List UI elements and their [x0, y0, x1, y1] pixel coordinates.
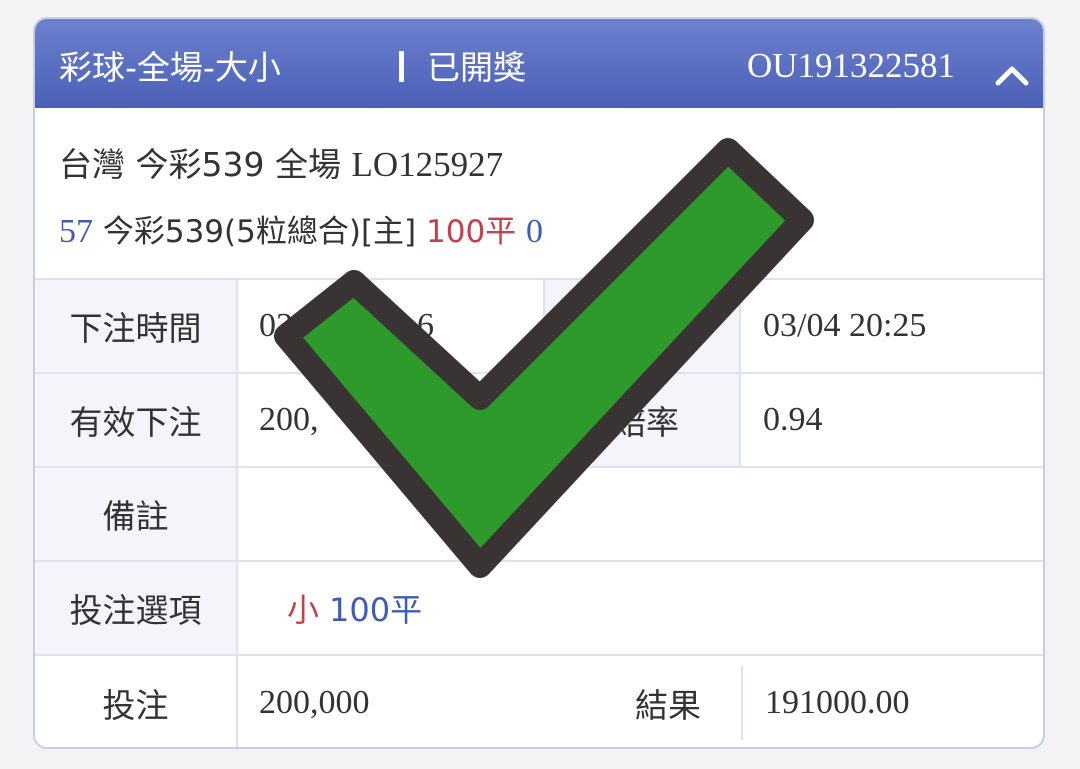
- bet-handicap: 100平: [426, 214, 517, 250]
- match-title: 台灣 今彩539 全場 LO125927: [59, 138, 503, 186]
- match-scope: 全場: [275, 145, 341, 184]
- stake-label: 投注: [35, 656, 238, 747]
- column-divider: [741, 666, 743, 740]
- bet-score: 0: [526, 213, 544, 250]
- row-remark: 備註: [35, 468, 1043, 562]
- bet-line: 57 今彩539(5粒總合)[主] 100平 0: [59, 206, 543, 251]
- bet-time-label: 下注時間: [35, 280, 238, 372]
- valid-bet-value: 200,: [259, 401, 319, 438]
- option-side: 小: [287, 591, 320, 629]
- bet-time-fragment: 6: [417, 307, 434, 344]
- odds-value: 0.94: [763, 401, 823, 438]
- order-id: OU191322581: [747, 46, 956, 85]
- option-line: 100平: [329, 591, 423, 629]
- bet-id: 57: [59, 213, 93, 250]
- valid-bet-label: 有效下注: [35, 374, 238, 466]
- result-value: 191000.00: [765, 684, 910, 721]
- details-grid: 下注時間 03 6 03/04 20:25 有效下注 200, 賠率 0.94 …: [35, 280, 1043, 747]
- bet-time-value: 03: [259, 307, 293, 344]
- remark-label: 備註: [35, 468, 238, 560]
- result-label: 結果: [635, 686, 701, 725]
- match-region: 台灣: [59, 145, 125, 184]
- row-valid-bet: 有效下注 200, 賠率 0.94: [35, 374, 1043, 468]
- option-label: 投注選項: [35, 562, 238, 654]
- settle-time-label: [543, 280, 741, 372]
- option-value: 小 100平: [287, 562, 422, 654]
- status-text: 已開獎: [427, 48, 526, 87]
- chevron-up-icon[interactable]: [995, 55, 1029, 94]
- row-stake: 投注 200,000 結果 191000.00: [35, 656, 1043, 747]
- header-divider: [399, 51, 404, 82]
- match-code: LO125927: [351, 145, 504, 184]
- row-option: 投注選項 小 100平: [35, 562, 1043, 656]
- stake-value: 200,000: [259, 684, 370, 721]
- bet-type-title: 彩球-全場-大小: [59, 48, 281, 87]
- match-game: 今彩539: [135, 145, 265, 184]
- odds-label: 賠率: [543, 374, 741, 466]
- bet-description: 今彩539(5粒總合)[主]: [102, 214, 417, 250]
- match-info: 台灣 今彩539 全場 LO125927 57 今彩539(5粒總合)[主] 1…: [35, 108, 1043, 280]
- card-header[interactable]: 彩球-全場-大小 已開獎 OU191322581: [35, 19, 1043, 108]
- settle-time-value: 03/04 20:25: [763, 307, 927, 344]
- bet-record-card: 彩球-全場-大小 已開獎 OU191322581 台灣 今彩539 全場 LO1…: [33, 17, 1045, 749]
- row-bet-time: 下注時間 03 6 03/04 20:25: [35, 280, 1043, 374]
